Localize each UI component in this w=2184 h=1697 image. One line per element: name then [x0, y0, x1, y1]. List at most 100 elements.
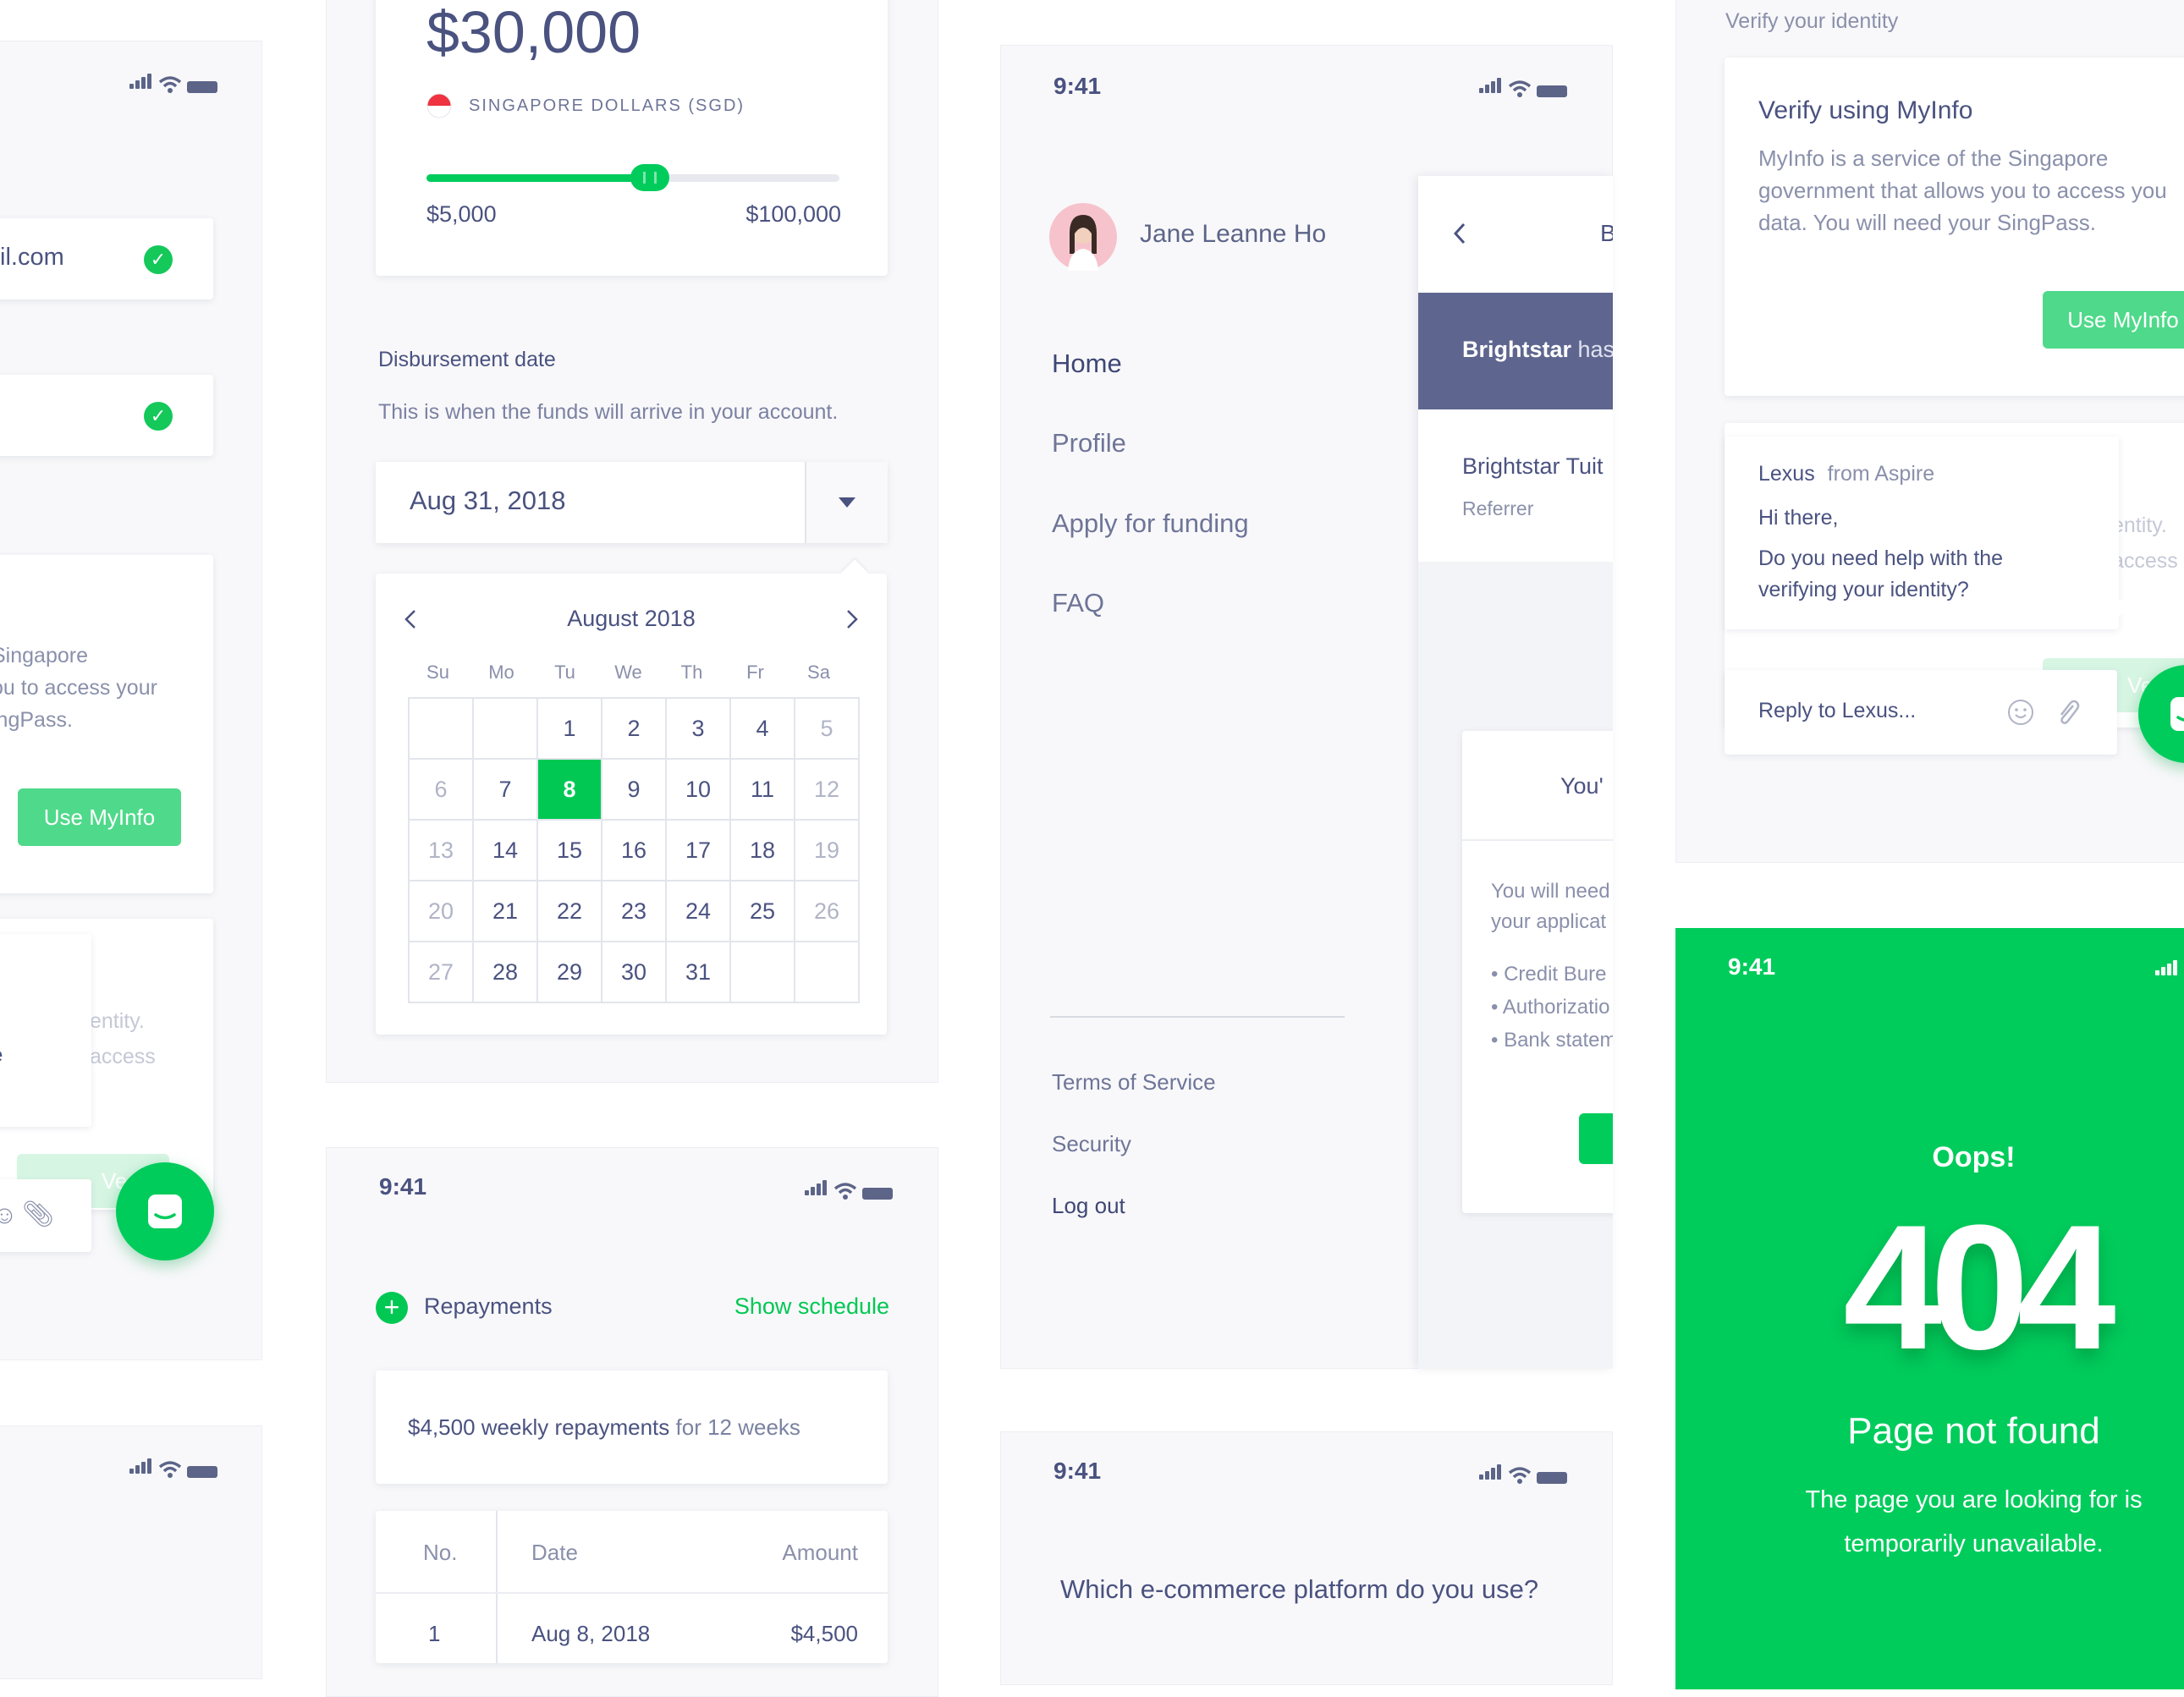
- signal-icon: [805, 1180, 828, 1200]
- repayments-title: Repayments: [424, 1293, 553, 1319]
- myinfo-card-left: Singapore ou to access your ingPass. Use…: [0, 555, 213, 893]
- calendar-day[interactable]: 3: [665, 697, 731, 760]
- row-no: 1: [428, 1621, 441, 1646]
- menu-apply[interactable]: Apply for funding: [1052, 508, 1249, 539]
- use-myinfo-button-left[interactable]: Use MyInfo: [18, 788, 181, 846]
- calendar-day[interactable]: 7: [472, 758, 538, 821]
- calendar-day[interactable]: 8: [536, 758, 602, 821]
- repay-summary: $4,500 weekly repayments for 12 weeks: [408, 1414, 800, 1441]
- chat-from: from Aspire: [1827, 462, 1935, 486]
- plus-icon[interactable]: +: [376, 1292, 408, 1324]
- field-2[interactable]: ✓: [0, 375, 213, 456]
- chevron-right-icon[interactable]: [846, 609, 858, 629]
- ecom-question: Which e-commerce platform do you use?: [1060, 1574, 1539, 1604]
- chat-message: Do you need help with the verifying your…: [1758, 543, 2003, 606]
- disbursement-title: Disbursement date: [378, 348, 556, 371]
- wifi-icon: [1508, 1467, 1532, 1484]
- calendar-day[interactable]: 20: [408, 880, 474, 942]
- check-icon: ✓: [144, 245, 173, 274]
- show-schedule-link[interactable]: Show schedule: [729, 1293, 889, 1320]
- menu-faq[interactable]: FAQ: [1052, 588, 1104, 618]
- calendar-day[interactable]: 22: [536, 880, 602, 942]
- peek-modal: You' You will need your applicat • Credi…: [1462, 731, 1613, 1213]
- status-time: 9:41: [1053, 1458, 1102, 1484]
- calendar-day[interactable]: 5: [794, 697, 860, 760]
- calendar-day[interactable]: 10: [665, 758, 731, 821]
- email-field[interactable]: il.com ✓: [0, 218, 213, 299]
- calendar-day[interactable]: 2: [601, 697, 667, 760]
- calendar-day[interactable]: 21: [472, 880, 538, 942]
- calendar-day[interactable]: 1: [536, 697, 602, 760]
- smiley-icon[interactable]: [2007, 699, 2034, 726]
- status-bar: [1479, 78, 1567, 97]
- ghost-text: entity. access: [2112, 508, 2178, 579]
- line: Do you need help with the: [1758, 546, 2004, 570]
- calendar-day: [729, 941, 795, 1003]
- amount-slider-track[interactable]: [426, 164, 839, 191]
- left-phone-2: [0, 1425, 262, 1679]
- line: entity.: [2112, 513, 2167, 537]
- signal-icon: [129, 74, 153, 93]
- calendar-day[interactable]: 12: [794, 758, 860, 821]
- chat-fab-left[interactable]: [116, 1162, 214, 1260]
- paperclip-icon[interactable]: [2055, 697, 2080, 728]
- calendar-day[interactable]: 23: [601, 880, 667, 942]
- amount-slider-handle[interactable]: [630, 164, 669, 191]
- avatar[interactable]: [1049, 203, 1117, 271]
- repay-summary-card: $4,500 weekly repayments for 12 weeks: [376, 1370, 888, 1484]
- calendar-day[interactable]: 18: [729, 819, 795, 881]
- line: Singapore: [0, 644, 88, 667]
- calendar-day[interactable]: 4: [729, 697, 795, 760]
- menu-profile[interactable]: Profile: [1052, 428, 1126, 459]
- summary-rest: for 12 weeks: [669, 1414, 800, 1440]
- calendar-day[interactable]: 28: [472, 941, 538, 1003]
- calendar-day[interactable]: 17: [665, 819, 731, 881]
- calendar-day[interactable]: 24: [665, 880, 731, 942]
- calendar-day[interactable]: 27: [408, 941, 474, 1003]
- calendar-day[interactable]: 13: [408, 819, 474, 881]
- col-amount: Amount: [782, 1540, 858, 1565]
- line: You will need: [1491, 880, 1610, 903]
- reply-box-left[interactable]: ☺ 📎︎: [0, 1179, 91, 1252]
- verify-card: Verify using MyInfo MyInfo is a service …: [1725, 58, 2184, 396]
- calendar-day[interactable]: 15: [536, 819, 602, 881]
- modal-button[interactable]: [1579, 1113, 1613, 1164]
- currency-label: SINGAPORE DOLLARS (SGD): [469, 96, 745, 115]
- calendar-day[interactable]: 14: [472, 819, 538, 881]
- line: MyInfo is a service of the Singapore: [1758, 146, 2109, 171]
- calendar-day[interactable]: 29: [536, 941, 602, 1003]
- calendar-day[interactable]: 16: [601, 819, 667, 881]
- date-select[interactable]: Aug 31, 2018: [376, 462, 888, 543]
- banner-text: Brightstar has: [1462, 337, 1613, 363]
- paperclip-icon[interactable]: 📎︎: [22, 1200, 54, 1229]
- battery-icon: [862, 1188, 893, 1200]
- bubble-tail: [2119, 601, 2136, 616]
- smiley-icon[interactable]: ☺: [0, 1201, 18, 1230]
- calendar-day[interactable]: 11: [729, 758, 795, 821]
- use-myinfo-button[interactable]: Use MyInfo: [2043, 291, 2184, 349]
- calendar-day[interactable]: 9: [601, 758, 667, 821]
- calendar-day[interactable]: 30: [601, 941, 667, 1003]
- summary-bold: $4,500 weekly repayments: [408, 1414, 670, 1440]
- calendar-day[interactable]: 26: [794, 880, 860, 942]
- calendar-day[interactable]: 31: [665, 941, 731, 1003]
- date-dropdown-button[interactable]: [805, 462, 888, 543]
- chat-icon: [2170, 697, 2184, 731]
- modal-bullets: • Credit Bure • Authorizatio • Bank stat…: [1491, 958, 1613, 1057]
- reply-box[interactable]: Reply to Lexus...: [1725, 670, 2117, 755]
- amount-card: $30,000 SINGAPORE DOLLARS (SGD) $5,000 $…: [376, 0, 888, 276]
- calendar-day[interactable]: 19: [794, 819, 860, 881]
- chevron-left-icon[interactable]: [1454, 222, 1466, 244]
- weekday-label: Sa: [807, 662, 830, 683]
- footer-security[interactable]: Security: [1052, 1131, 1131, 1157]
- footer-logout[interactable]: Log out: [1052, 1193, 1125, 1219]
- footer-terms[interactable]: Terms of Service: [1052, 1069, 1216, 1096]
- verify-desc: MyInfo is a service of the Singapore gov…: [1758, 142, 2167, 239]
- modal-title: You': [1560, 773, 1604, 799]
- menu-home[interactable]: Home: [1052, 349, 1122, 379]
- caret-down-icon: [839, 497, 855, 508]
- calendar-day[interactable]: 6: [408, 758, 474, 821]
- reply-input[interactable]: Reply to Lexus...: [1758, 699, 1916, 723]
- status-time: 9:41: [1728, 953, 1776, 980]
- calendar-day[interactable]: 25: [729, 880, 795, 942]
